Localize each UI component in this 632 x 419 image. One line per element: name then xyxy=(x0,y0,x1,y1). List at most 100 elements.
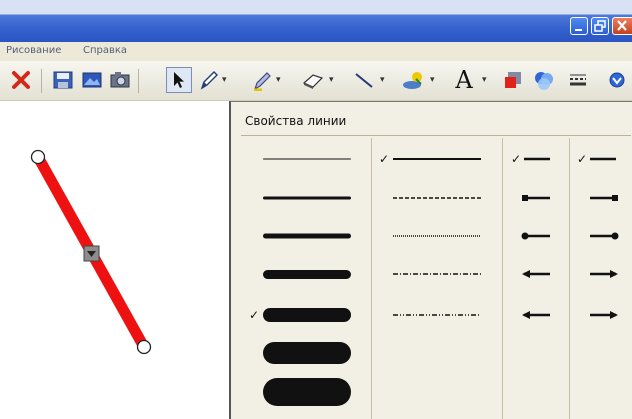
line-style-icon xyxy=(570,74,586,86)
fill-icon xyxy=(403,72,422,89)
thickness-option-1-preview xyxy=(263,158,351,160)
text-button[interactable]: A xyxy=(451,67,477,93)
thickness-option-2[interactable] xyxy=(259,190,355,206)
start-cap-selected-check: ✓ xyxy=(511,152,522,166)
eraser-button[interactable] xyxy=(300,67,326,93)
thickness-option-6[interactable] xyxy=(259,338,355,368)
line-properties-panel: Свойства линии ✓ ✓ ✓ ✓ xyxy=(229,101,632,419)
end-cap-option-2[interactable] xyxy=(586,190,620,206)
start-cap-option-4[interactable] xyxy=(520,266,554,282)
line-menu-handle[interactable] xyxy=(83,245,100,262)
fill-dropdown[interactable]: ▾ xyxy=(430,75,437,85)
end-cap-option-3[interactable] xyxy=(586,228,620,244)
line-style-button[interactable] xyxy=(565,67,591,93)
start-cap-option-1-preview xyxy=(524,157,550,161)
end-cap-option-5-preview xyxy=(590,311,618,319)
line-button[interactable] xyxy=(351,67,377,93)
color-icon xyxy=(535,72,553,90)
thickness-option-2-preview xyxy=(263,196,351,200)
text-dropdown[interactable]: ▾ xyxy=(482,75,489,85)
toolbar: ▾ ▾ ▾ ▾ ▾ A ▾ xyxy=(0,61,632,101)
column-divider xyxy=(371,138,372,419)
dash-option-solid-preview xyxy=(393,158,481,160)
start-cap-option-5[interactable] xyxy=(520,307,554,323)
pen-icon xyxy=(200,71,218,90)
line-icon xyxy=(355,73,373,88)
menu-item-help[interactable]: Справка xyxy=(83,45,127,56)
dash-option-dash-dot[interactable] xyxy=(387,266,487,282)
start-cap-option-3-preview xyxy=(521,232,550,240)
thickness-option-5-preview xyxy=(263,308,351,322)
thickness-option-6-preview xyxy=(263,342,351,364)
end-cap-option-1[interactable] xyxy=(586,151,620,167)
end-cap-option-1-preview xyxy=(590,157,616,161)
maximize-button[interactable] xyxy=(591,17,609,35)
thickness-option-7[interactable] xyxy=(259,374,355,410)
start-cap-option-1[interactable] xyxy=(520,151,554,167)
start-cap-option-2-preview xyxy=(522,195,550,201)
more-button[interactable] xyxy=(604,67,630,93)
highlighter-icon xyxy=(253,72,271,91)
restore-icon xyxy=(594,20,606,32)
line-end-handle[interactable] xyxy=(136,339,152,355)
line-dropdown[interactable]: ▾ xyxy=(380,75,387,85)
camera-icon xyxy=(110,72,130,88)
pen-button[interactable] xyxy=(196,67,222,93)
start-cap-option-3[interactable] xyxy=(520,228,554,244)
fill-button[interactable] xyxy=(401,67,427,93)
end-cap-option-5[interactable] xyxy=(586,307,620,323)
toolbar-separator xyxy=(138,69,139,93)
delete-button[interactable] xyxy=(8,67,34,93)
camera-button[interactable] xyxy=(107,67,133,93)
minimize-button[interactable] xyxy=(570,17,588,35)
delete-icon xyxy=(12,71,30,89)
eraser-dropdown[interactable]: ▾ xyxy=(329,75,336,85)
line-start-handle[interactable] xyxy=(30,149,46,165)
eraser-icon xyxy=(302,74,324,89)
start-cap-option-4-preview xyxy=(522,270,550,278)
column-divider xyxy=(502,138,503,419)
dash-option-solid[interactable] xyxy=(387,151,487,167)
text-tool-label: A xyxy=(455,66,473,94)
start-cap-option-2[interactable] xyxy=(520,190,554,206)
title-bar xyxy=(0,0,632,42)
dash-option-dashed[interactable] xyxy=(387,190,487,206)
thickness-option-4[interactable] xyxy=(259,266,355,283)
end-cap-selected-check: ✓ xyxy=(577,152,588,166)
minimize-icon xyxy=(575,29,582,31)
dash-option-dash-dot-preview xyxy=(393,273,481,275)
dash-selected-check: ✓ xyxy=(379,152,390,166)
dash-option-dashed-preview xyxy=(393,197,481,199)
pen-dropdown[interactable]: ▾ xyxy=(222,75,229,85)
end-cap-option-4-preview xyxy=(590,270,618,278)
shape-icon xyxy=(505,72,521,88)
thickness-option-4-preview xyxy=(263,269,351,279)
pointer-button[interactable] xyxy=(166,67,192,93)
highlighter-dropdown[interactable]: ▾ xyxy=(276,75,283,85)
menu-item-drawing[interactable]: Рисование xyxy=(6,45,61,56)
save-button[interactable] xyxy=(50,67,76,93)
toolbar-separator xyxy=(41,69,42,93)
app-window: Рисование Справка ▾ ▾ ▾ ▾ ▾ A ▾ Свойства… xyxy=(0,0,632,419)
close-icon xyxy=(617,20,627,31)
end-cap-option-4[interactable] xyxy=(586,266,620,282)
shape-button[interactable] xyxy=(500,67,526,93)
thickness-option-3-preview xyxy=(263,233,351,239)
save-icon xyxy=(53,71,73,89)
dash-option-dash-dot-dot[interactable] xyxy=(387,307,487,323)
thickness-option-5[interactable] xyxy=(259,304,355,326)
end-cap-option-2-preview xyxy=(590,195,618,201)
pointer-icon xyxy=(174,72,184,88)
close-button[interactable] xyxy=(612,17,632,35)
thickness-option-1[interactable] xyxy=(259,151,355,167)
color-button[interactable] xyxy=(531,67,557,93)
thickness-option-3[interactable] xyxy=(259,228,355,244)
panel-separator xyxy=(241,135,631,136)
highlighter-button[interactable] xyxy=(250,67,276,93)
menu-bar: Рисование Справка xyxy=(0,42,632,61)
dash-option-dotted-preview xyxy=(393,235,481,237)
start-cap-option-5-preview xyxy=(522,311,550,319)
image-button[interactable] xyxy=(79,67,105,93)
dash-option-dash-dot-dot-preview xyxy=(393,314,481,316)
dash-option-dotted[interactable] xyxy=(387,228,487,244)
